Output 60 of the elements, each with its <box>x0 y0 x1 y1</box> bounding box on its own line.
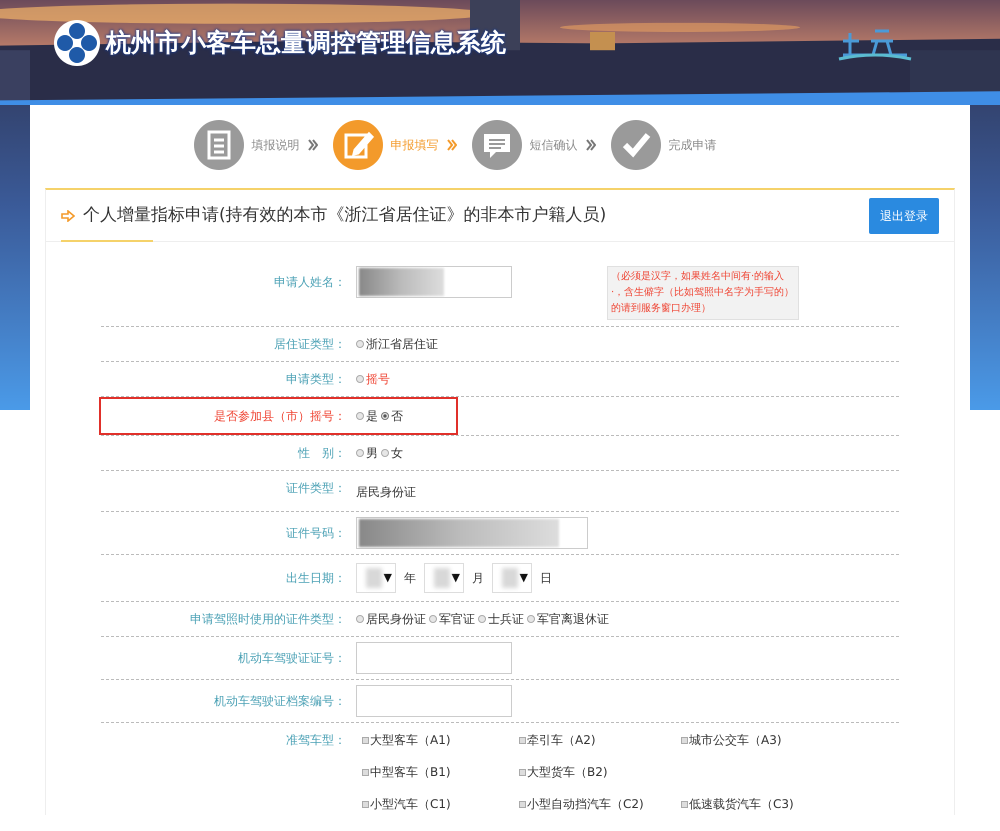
field-label: 是否参加县（市）摇号： <box>214 408 346 425</box>
date-unit: 年 <box>404 570 416 587</box>
message-icon <box>472 120 522 170</box>
checkbox-option[interactable]: 低速载货汽车（C3) <box>681 795 821 813</box>
checkbox-option[interactable]: 小型汽车（C1) <box>362 795 519 813</box>
field-label: 证件类型： <box>286 480 346 497</box>
chevron-icon <box>586 139 596 151</box>
text-input[interactable] <box>356 642 512 674</box>
field-label: 居住证类型： <box>274 336 346 353</box>
field-label: 证件号码： <box>286 525 346 542</box>
chevron-icon <box>446 139 456 151</box>
radio-option[interactable]: 军官离退休证 <box>527 610 609 628</box>
step-label: 申报填写 <box>390 137 438 154</box>
radio-option[interactable]: 女 <box>381 444 403 462</box>
logout-button[interactable]: 退出登录 <box>869 198 939 234</box>
hint-note: （必须是汉字，如果姓名中间有·的输入·，含生僻字（比如驾照中名字为手写的）的请到服务窗口办理） <box>607 266 799 320</box>
logo-icon <box>52 18 102 66</box>
text-input[interactable] <box>356 685 512 717</box>
check-icon <box>610 120 660 170</box>
edit-icon <box>332 120 382 170</box>
radio-option[interactable]: 男 <box>356 444 378 462</box>
checkbox-option[interactable]: 大型客车（A1) <box>362 731 519 749</box>
checkbox-option[interactable]: 牵引车（A2) <box>519 731 681 749</box>
field-label: 机动车驾驶证档案编号： <box>214 693 346 710</box>
date-unit: 日 <box>540 570 552 587</box>
date-select[interactable]: ▼ <box>492 563 532 593</box>
form-title: 个人增量指标申请(持有效的本市《浙江省居住证》的非本市户籍人员) <box>83 204 606 227</box>
checkbox-option[interactable]: 小型自动挡汽车（C2) <box>519 795 681 813</box>
field-label: 申请人姓名： <box>274 274 346 291</box>
checkbox-option[interactable]: 中型客车（B1) <box>362 763 519 781</box>
redaction-mark <box>366 568 382 588</box>
field-label: 出生日期： <box>286 570 346 587</box>
step-label: 填报说明 <box>252 137 300 154</box>
field-label: 性 别： <box>298 445 346 462</box>
chevron-icon <box>308 139 318 151</box>
field-value: 居民身份证 <box>356 485 416 499</box>
radio-option[interactable]: 是 <box>356 407 378 425</box>
arrow-right-icon <box>61 210 75 222</box>
checkbox-option[interactable]: 城市公交车（A3) <box>681 731 821 749</box>
field-label: 准驾车型： <box>286 732 346 749</box>
date-unit: 月 <box>472 570 484 587</box>
redaction-mark <box>502 568 518 588</box>
radio-option[interactable]: 摇号 <box>356 370 390 388</box>
radio-option[interactable]: 士兵证 <box>478 610 524 628</box>
text-input[interactable] <box>356 266 512 298</box>
date-select[interactable]: ▼ <box>356 563 396 593</box>
checkbox-option[interactable]: 大型货车（B2) <box>519 763 681 781</box>
radio-option[interactable]: 否 <box>381 407 403 425</box>
text-input[interactable] <box>356 517 588 549</box>
radio-option[interactable]: 浙江省居住证 <box>356 335 438 353</box>
radio-option[interactable]: 军官证 <box>429 610 475 628</box>
date-select[interactable]: ▼ <box>424 563 464 593</box>
redaction-mark <box>434 568 450 588</box>
step-label: 短信确认 <box>530 137 578 154</box>
radio-option[interactable]: 居民身份证 <box>356 610 426 628</box>
step-label: 完成申请 <box>668 137 716 154</box>
field-label: 申请驾照时使用的证件类型： <box>190 611 346 628</box>
field-label: 机动车驾驶证证号： <box>238 650 346 667</box>
field-label: 申请类型： <box>286 371 346 388</box>
document-icon <box>194 120 244 170</box>
